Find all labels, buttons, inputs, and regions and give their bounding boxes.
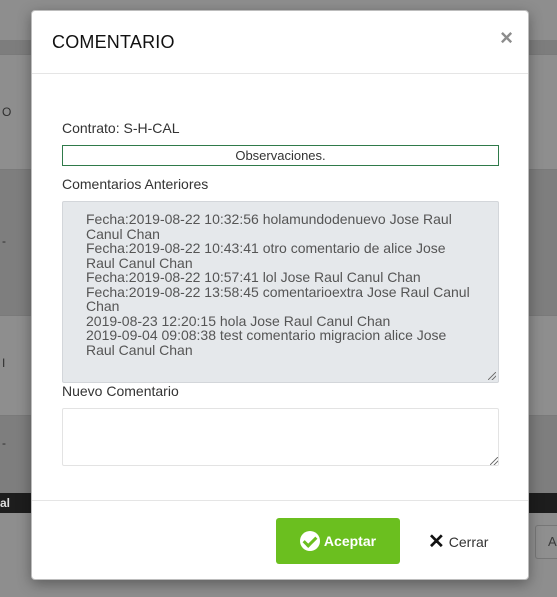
new-comment-textarea[interactable]: [62, 408, 499, 466]
modal-footer-divider: [32, 500, 528, 501]
comment-entry: Fecha:2019-08-22 10:32:56 holamundodenue…: [86, 211, 452, 242]
comment-entry: Fecha:2019-08-22 13:58:45 comentarioextr…: [86, 283, 470, 314]
resize-handle-icon[interactable]: [490, 457, 498, 465]
background-side-button: A: [535, 525, 557, 559]
close-icon[interactable]: ×: [500, 27, 513, 49]
previous-comments-textarea[interactable]: Fecha:2019-08-22 10:32:56 holamundodenue…: [62, 201, 499, 383]
check-circle-icon: [299, 531, 320, 551]
cancel-button-label: Cerrar: [448, 534, 489, 550]
resize-handle-icon[interactable]: [488, 372, 496, 380]
comment-modal: COMENTARIO × Contrato: S-H-CAL Observaci…: [31, 10, 529, 580]
background-row-text: -: [2, 234, 6, 248]
modal-title: COMENTARIO: [52, 32, 175, 52]
comment-entry: Fecha:2019-08-22 10:43:41 otro comentari…: [86, 240, 446, 271]
x-icon: ✕: [428, 531, 445, 553]
background-row-text: -: [2, 436, 6, 450]
background-row-text: O: [2, 105, 12, 119]
modal-header: COMENTARIO ×: [32, 11, 528, 74]
background-row-text: I: [2, 356, 6, 370]
previous-comments-label: Comentarios Anteriores: [62, 176, 209, 192]
contract-label: Contrato: S-H-CAL: [62, 120, 180, 136]
cancel-button[interactable]: ✕ Cerrar: [428, 527, 488, 557]
accept-button-label: Aceptar: [323, 533, 377, 549]
background-footer-text: al: [0, 496, 11, 510]
accept-button[interactable]: Aceptar: [276, 518, 400, 564]
comment-entry: Fecha:2019-08-22 10:57:41 lol Jose Raul …: [86, 269, 421, 285]
new-comment-label: Nuevo Comentario: [62, 383, 179, 399]
comment-entry: 2019-09-04 09:08:38 test comentario migr…: [86, 327, 447, 358]
observations-button[interactable]: Observaciones.: [62, 145, 499, 166]
comment-entry: 2019-08-23 12:20:15 hola Jose Raul Canul…: [86, 312, 391, 329]
